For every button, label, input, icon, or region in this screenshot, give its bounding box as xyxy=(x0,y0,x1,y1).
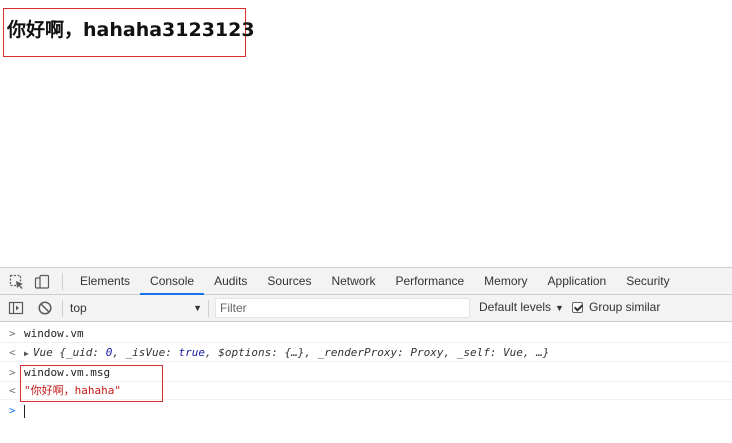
clear-console-icon[interactable] xyxy=(37,300,53,316)
tab-elements[interactable]: Elements xyxy=(70,268,140,295)
tab-application[interactable]: Application xyxy=(538,268,617,295)
output-prompt-icon: < xyxy=(9,346,16,359)
log-levels-label: Default levels xyxy=(479,300,552,314)
text-caret xyxy=(24,404,25,418)
console-input-line: > window.vm.msg xyxy=(0,363,732,382)
devtools-panel: Elements Console Audits Sources Network … xyxy=(0,267,732,443)
tab-memory[interactable]: Memory xyxy=(474,268,537,295)
object-preview-mid: , _isVue: xyxy=(112,346,179,359)
object-preview-prefix: Vue {_uid: xyxy=(32,346,106,359)
tab-console[interactable]: Console xyxy=(140,268,205,295)
tabbar-divider xyxy=(62,273,63,290)
console-input-text: window.vm.msg xyxy=(24,366,111,379)
console-object-preview[interactable]: ▶ Vue {_uid: 0, _isVue: true, $options: {… xyxy=(24,343,549,363)
object-preview-rest: , $options: {…}, _renderProxy: Proxy, _s… xyxy=(205,346,550,359)
inspect-element-icon[interactable] xyxy=(9,274,25,290)
page-heading: 你好啊，hahaha3123123 xyxy=(7,19,255,41)
devtools-tabs: Elements Console Audits Sources Network … xyxy=(70,268,680,295)
console-messages[interactable]: > window.vm < ▶ Vue {_uid: 0, _isVue: tru… xyxy=(0,322,732,443)
console-output-line: < ▶ Vue {_uid: 0, _isVue: true, $options:… xyxy=(0,343,732,362)
tab-sources[interactable]: Sources xyxy=(257,268,321,295)
dropdown-arrow-icon: ▼ xyxy=(555,303,564,313)
tab-performance[interactable]: Performance xyxy=(385,268,474,295)
console-prompt-line[interactable]: > xyxy=(0,401,732,420)
log-levels-dropdown[interactable]: Default levels ▼ xyxy=(479,300,564,314)
console-input-text: window.vm xyxy=(24,327,84,340)
group-similar-toggle[interactable]: Group similar xyxy=(572,300,660,314)
filter-input[interactable] xyxy=(215,298,470,318)
tab-security[interactable]: Security xyxy=(616,268,679,295)
console-toolbar: top ▼ Default levels▼ Group similar xyxy=(0,295,732,322)
expand-triangle-icon[interactable]: ▶ xyxy=(24,349,29,358)
console-prompt-icon: > xyxy=(9,404,16,417)
console-input-line: > window.vm xyxy=(0,324,732,343)
console-input-field[interactable] xyxy=(24,401,25,420)
output-prompt-icon: < xyxy=(9,384,16,397)
toolbar-divider-2 xyxy=(208,300,209,317)
object-preview-isvue: true xyxy=(178,346,206,359)
context-select-value: top xyxy=(70,301,87,315)
group-similar-label: Group similar xyxy=(589,300,661,314)
console-output-line: < "你好啊，hahaha" xyxy=(0,381,732,400)
console-string-result: "你好啊，hahaha" xyxy=(24,384,121,397)
context-select[interactable]: top ▼ xyxy=(70,299,204,317)
tab-network[interactable]: Network xyxy=(321,268,385,295)
devtools-tabbar: Elements Console Audits Sources Network … xyxy=(0,267,732,295)
input-prompt-icon: > xyxy=(9,327,16,340)
device-toolbar-icon[interactable] xyxy=(34,274,50,290)
toolbar-divider xyxy=(62,300,63,317)
tab-audits[interactable]: Audits xyxy=(204,268,257,295)
input-prompt-icon: > xyxy=(9,366,16,379)
group-similar-checkbox[interactable] xyxy=(572,301,583,313)
dropdown-arrow-icon: ▼ xyxy=(193,303,202,313)
show-sidebar-icon[interactable] xyxy=(8,300,24,316)
